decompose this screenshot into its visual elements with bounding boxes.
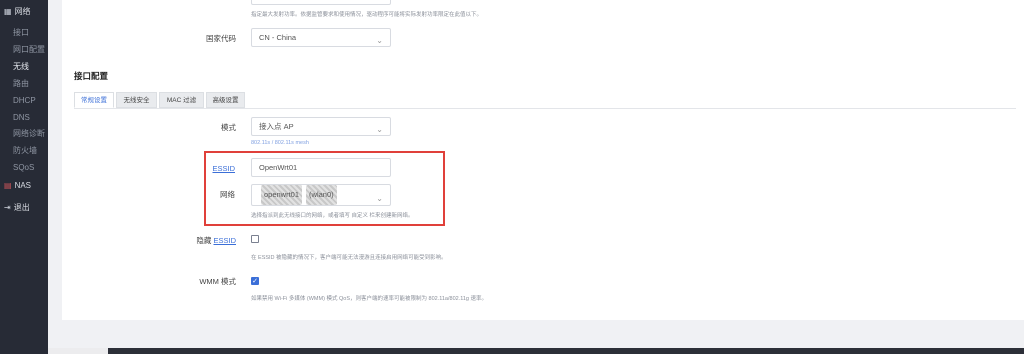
- sidebar-group-network[interactable]: ▦ 网络: [0, 6, 48, 18]
- network-icon: ▦: [4, 7, 12, 16]
- sidebar-item-port-config[interactable]: 网口配置: [0, 44, 48, 56]
- country-code-select[interactable]: CN - China ⌄: [251, 28, 391, 47]
- hide-essid-hint: 在 ESSID 被隐藏的情况下，客户端可能无法漫游且连接启用网络可能受到影响。: [251, 255, 447, 261]
- sidebar-item-dhcp[interactable]: DHCP: [0, 95, 48, 107]
- hide-essid-checkbox[interactable]: [251, 235, 259, 243]
- hide-essid-prefix: 隐藏: [196, 236, 212, 245]
- tab-divider: [74, 108, 1016, 109]
- main-content: [48, 0, 1024, 354]
- mode-select[interactable]: 接入点 AP ⌄: [251, 117, 391, 136]
- tab-advanced[interactable]: 高级设置: [206, 92, 245, 108]
- sidebar-item-sqos[interactable]: SQoS: [0, 162, 48, 174]
- nas-icon: ▤: [4, 181, 12, 190]
- country-code-value: CN - China: [259, 33, 297, 42]
- hide-essid-link[interactable]: ESSID: [213, 236, 236, 245]
- country-code-label: 国家代码: [206, 34, 236, 43]
- check-icon: ✓: [252, 278, 258, 285]
- highlight-box: [204, 151, 445, 226]
- sidebar-item-logout-label: 退出: [13, 203, 30, 212]
- sidebar-item-routes[interactable]: 路由: [0, 78, 48, 90]
- tx-power-field[interactable]: [251, 0, 391, 5]
- sidebar-item-logout[interactable]: ⇥ 退出: [0, 202, 48, 214]
- sidebar-item-firewall[interactable]: 防火墙: [0, 145, 48, 157]
- sidebar-item-wireless[interactable]: 无线: [0, 61, 48, 73]
- bottom-strip-light: [48, 348, 108, 354]
- wmm-label: WMM 模式: [199, 277, 236, 286]
- chevron-down-icon: ⌄: [376, 36, 383, 45]
- wmm-hint: 如果禁用 Wi-Fi 多媒体 (WMM) 模式 QoS，则客户端的速率可能被限制…: [251, 296, 488, 302]
- logout-icon: ⇥: [4, 203, 11, 212]
- section-title: 接口配置: [74, 71, 109, 81]
- sidebar-item-dns[interactable]: DNS: [0, 112, 48, 124]
- sidebar-group-network-label: 网络: [14, 7, 31, 16]
- mode-label: 模式: [221, 123, 236, 132]
- tab-wireless-security[interactable]: 无线安全: [116, 92, 157, 108]
- tab-mac-filter[interactable]: MAC 过滤: [159, 92, 204, 108]
- tab-general[interactable]: 常规设置: [74, 92, 114, 108]
- chevron-down-icon: ⌄: [376, 125, 383, 134]
- sidebar: ▦ 网络 接口 网口配置 无线 路由 DHCP DNS 网络诊断 防火墙 SQoS…: [0, 0, 48, 354]
- wmm-checkbox[interactable]: ✓: [251, 277, 259, 285]
- mode-value: 接入点 AP: [259, 122, 294, 131]
- sidebar-item-nas[interactable]: ▤ NAS: [0, 180, 48, 192]
- sidebar-item-nas-label: NAS: [14, 181, 32, 190]
- sidebar-item-diagnostics[interactable]: 网络诊断: [0, 128, 48, 140]
- tx-power-hint: 指定最大发射功率。依据监管要求和使用情况，驱动程序可能将实际发射功率限定在此值以…: [251, 12, 483, 18]
- bottom-strip: [48, 348, 1024, 354]
- hide-essid-label: 隐藏 ESSID: [116, 235, 236, 246]
- sidebar-item-interfaces[interactable]: 接口: [0, 27, 48, 39]
- mode-hint: 802.11s / 802.11s mesh: [251, 140, 309, 146]
